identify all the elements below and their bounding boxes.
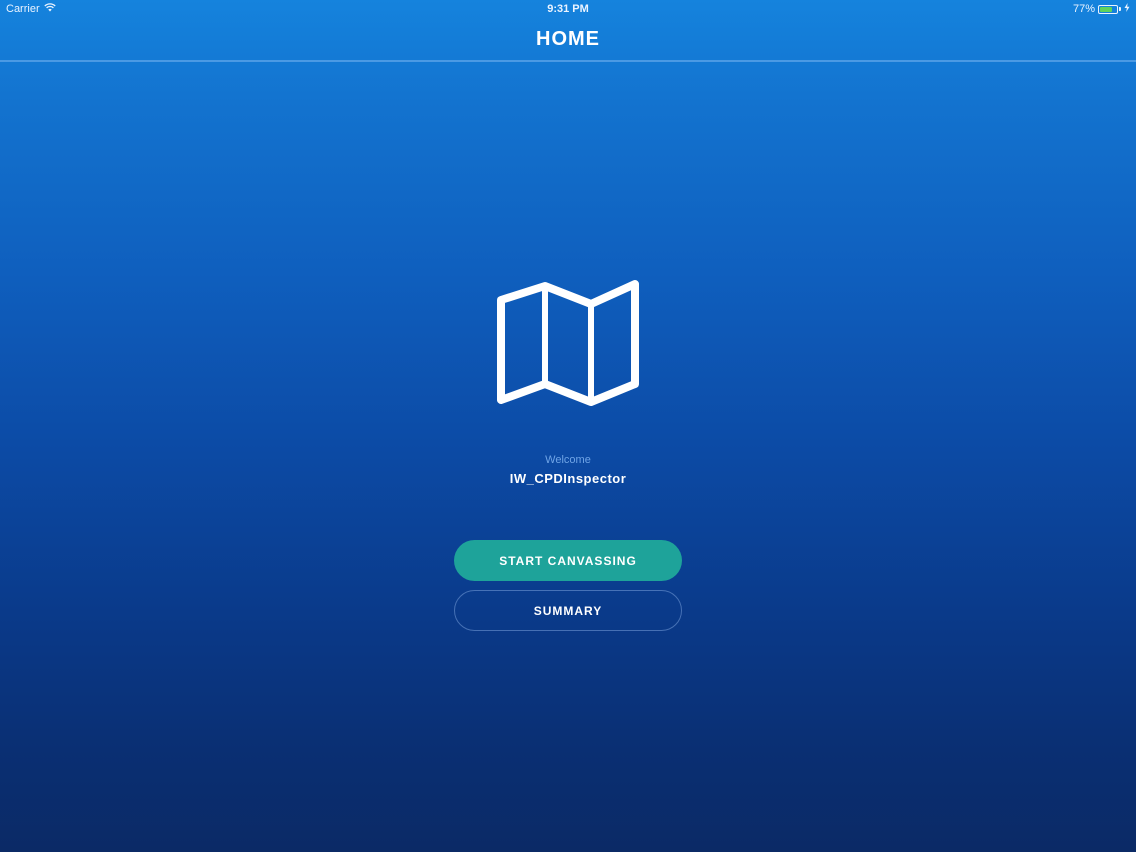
map-icon <box>496 278 642 406</box>
status-right: 77% <box>1073 3 1130 15</box>
status-time: 9:31 PM <box>547 3 589 15</box>
charging-icon <box>1124 3 1130 15</box>
battery-fill <box>1100 6 1113 12</box>
start-canvassing-button[interactable]: START CANVASSING <box>454 540 682 581</box>
battery-icon <box>1098 4 1118 14</box>
navigation-bar: HOME <box>0 18 1136 62</box>
username-label: IW_CPDInspector <box>509 471 627 486</box>
summary-button[interactable]: SUMMARY <box>454 590 682 631</box>
status-bar: Carrier 9:31 PM 77% <box>0 0 1136 18</box>
battery-percent: 77% <box>1072 3 1095 15</box>
page-title: HOME <box>536 28 600 50</box>
battery-cap <box>1119 7 1121 11</box>
welcome-label: Welcome <box>545 454 591 466</box>
